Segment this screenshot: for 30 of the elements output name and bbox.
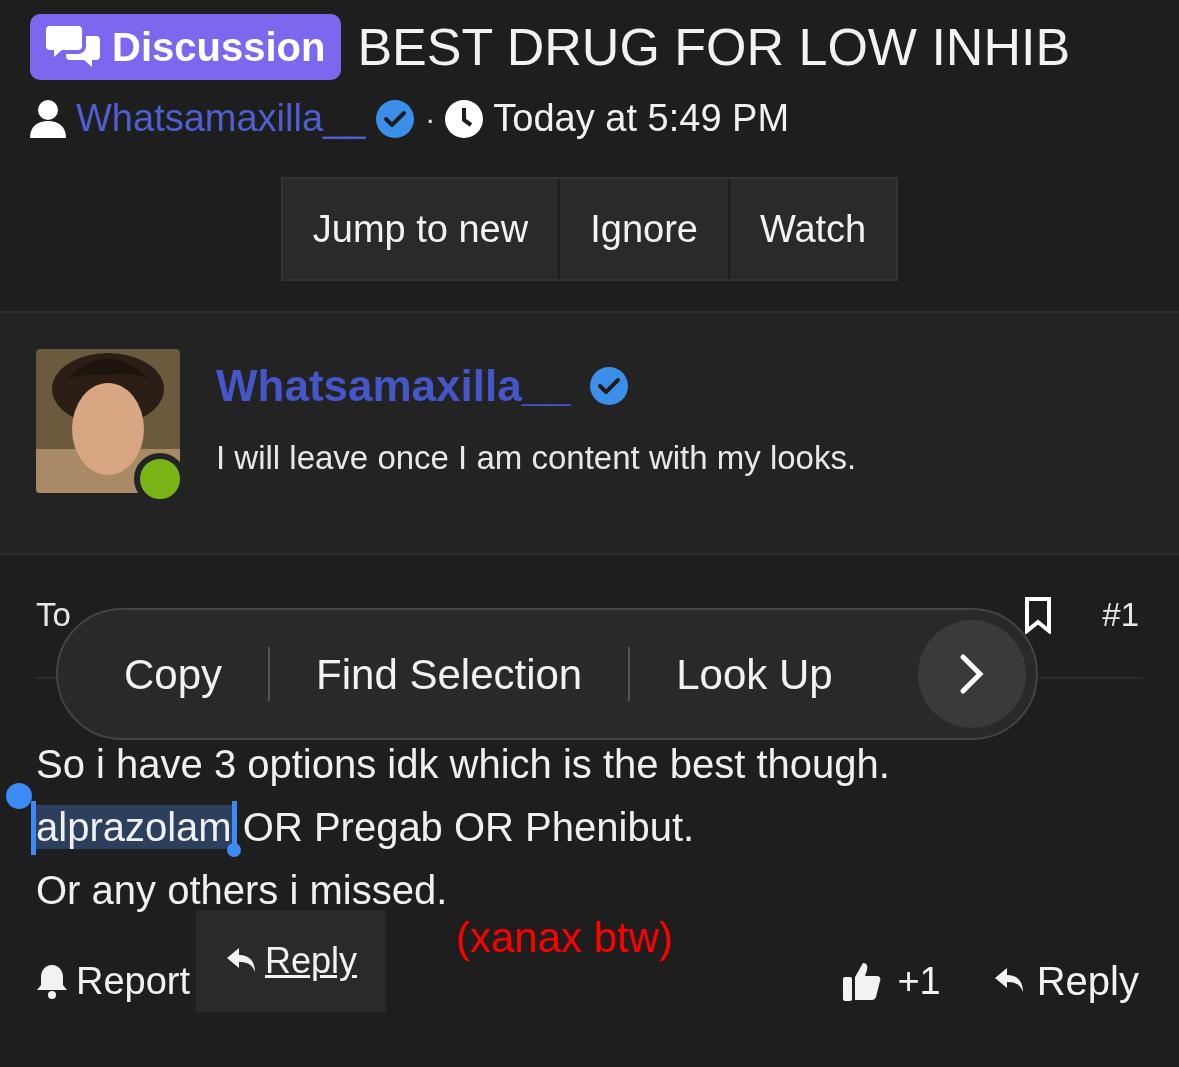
- thread-action-button[interactable]: Ignore: [560, 179, 730, 279]
- reply-button[interactable]: Reply: [992, 951, 1139, 1011]
- bookmark-icon[interactable]: [1024, 596, 1053, 634]
- post-number[interactable]: #1: [1102, 590, 1139, 640]
- context-menu-item[interactable]: Copy: [78, 642, 269, 706]
- annotation-text: (xanax btw): [456, 913, 674, 963]
- post-date: To: [36, 595, 71, 636]
- context-menu-item[interactable]: Find Selection: [270, 642, 629, 706]
- post-text-line: So i have 3 options idk which is the best though.: [36, 741, 891, 788]
- like-button[interactable]: +1: [843, 952, 941, 1010]
- selection-start-caret: [31, 801, 36, 855]
- tooltip-reply-link[interactable]: Reply: [264, 934, 357, 988]
- thread-title: BEST DRUG FOR LOW INHIB: [357, 21, 1071, 73]
- discussion-badge: Discussion: [30, 14, 342, 80]
- clock-icon: [445, 99, 484, 138]
- bell-icon: [36, 963, 68, 999]
- chevron-right-icon: [959, 653, 985, 695]
- context-menu-item[interactable]: Look Up: [630, 642, 879, 706]
- post-text-line: alprazolam OR Pregab OR Phenibut.: [36, 796, 1143, 859]
- post-time: Today at 5:49 PM: [493, 96, 790, 141]
- chat-bubbles-icon: [46, 24, 100, 70]
- separator-dot: ·: [425, 101, 436, 137]
- more-options-button[interactable]: [918, 620, 1026, 728]
- thread-action-button[interactable]: Watch: [729, 179, 897, 279]
- report-link[interactable]: Report: [76, 952, 191, 1010]
- thread-action-button[interactable]: Jump to new: [282, 179, 561, 279]
- post-text-line: Or any others i missed.: [36, 867, 449, 914]
- user-icon: [30, 99, 66, 138]
- selection-start-handle[interactable]: [6, 783, 32, 809]
- user-signature: I will leave once I am content with my looks.: [216, 438, 857, 478]
